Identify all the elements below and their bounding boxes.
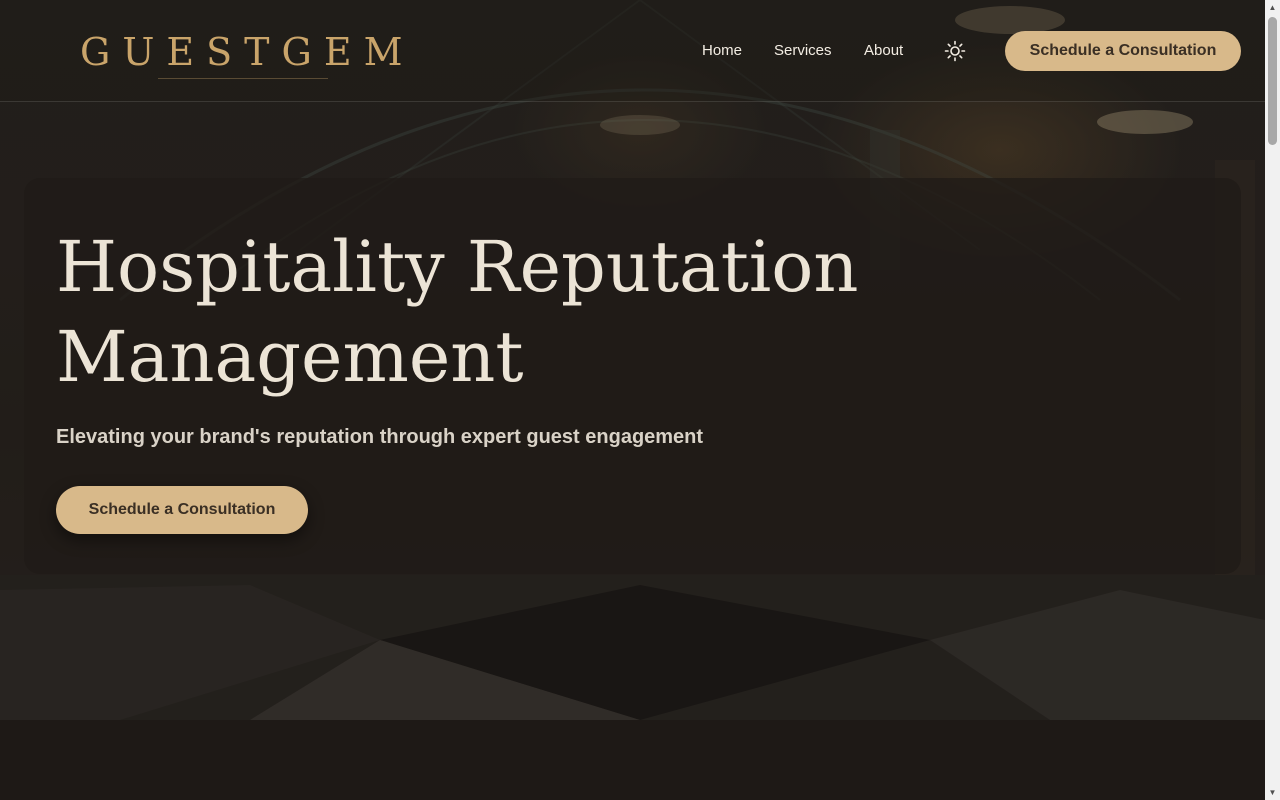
hero-subtitle: Elevating your brand's reputation throug… — [56, 426, 704, 448]
page-scrollbar[interactable]: ▲ ▼ — [1265, 0, 1280, 800]
scrollbar-thumb[interactable] — [1268, 17, 1277, 145]
nav-about-link[interactable]: About — [864, 42, 903, 59]
hero-title: Hospitality Reputation Management — [56, 226, 859, 398]
logo[interactable]: GUESTGEM — [80, 30, 415, 74]
header-schedule-consultation-button[interactable]: Schedule a Consultation — [1005, 31, 1241, 71]
site-header: GUESTGEM Home Services About Schedule a … — [0, 0, 1265, 102]
nav-home-link[interactable]: Home — [702, 42, 742, 59]
theme-toggle-sun-icon[interactable] — [944, 40, 966, 62]
nav-services-link[interactable]: Services — [774, 42, 832, 59]
hero-schedule-consultation-button[interactable]: Schedule a Consultation — [56, 486, 308, 534]
logo-underline — [158, 78, 328, 79]
scroll-up-arrow-icon[interactable]: ▲ — [1265, 0, 1280, 15]
scroll-down-arrow-icon[interactable]: ▼ — [1265, 785, 1280, 800]
